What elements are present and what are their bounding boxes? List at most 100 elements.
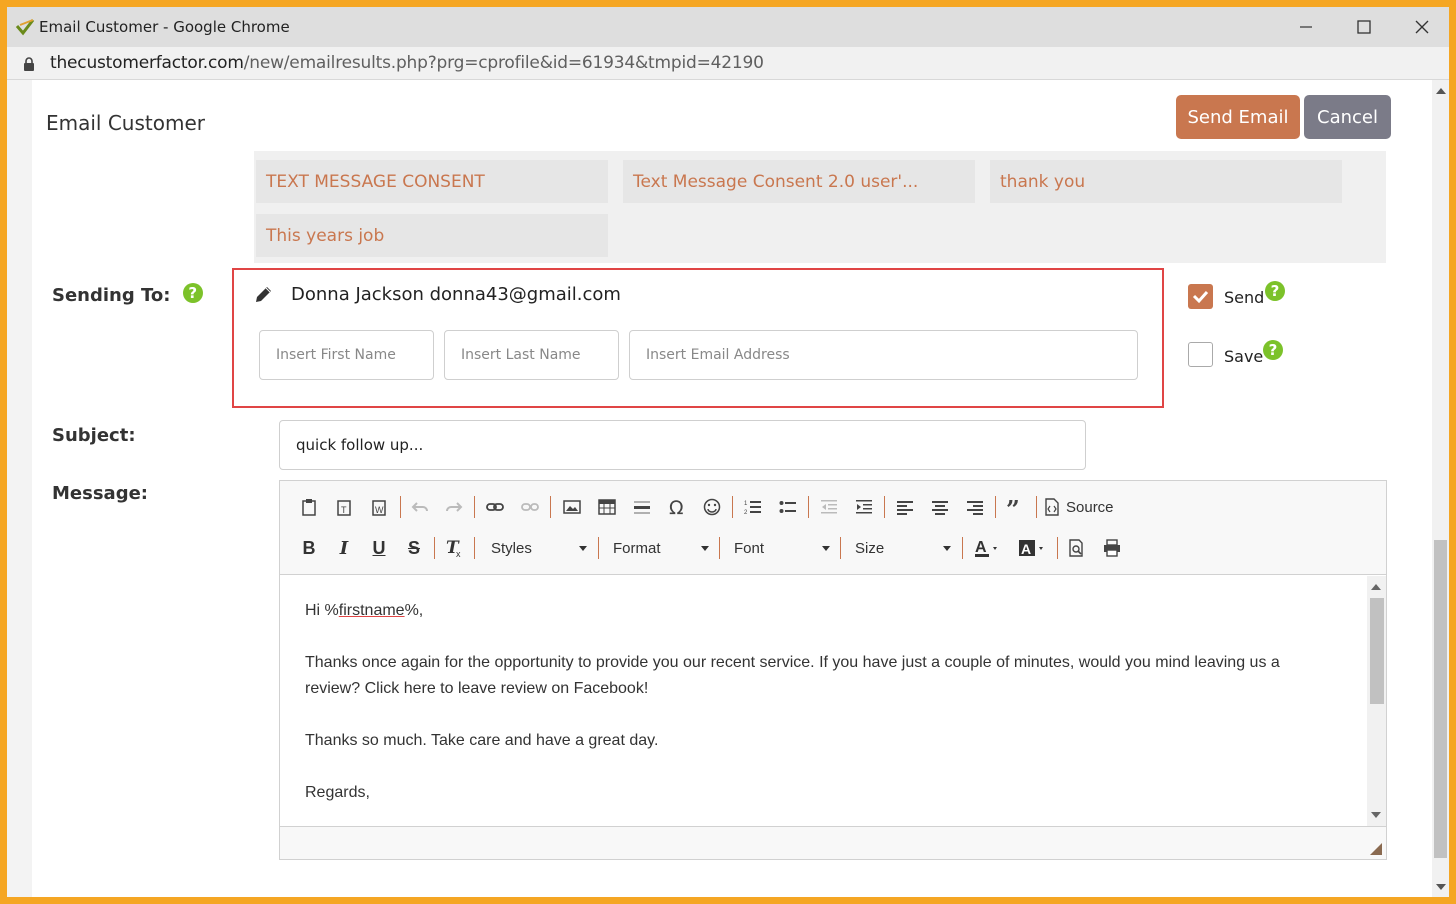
bold-button[interactable]: B: [295, 534, 323, 562]
styles-label: Styles: [491, 539, 532, 557]
page-scrollbar[interactable]: [1432, 80, 1449, 897]
svg-text:x: x: [456, 549, 461, 558]
image-button[interactable]: [558, 493, 586, 521]
outdent-button[interactable]: [815, 493, 843, 521]
recipient-name-email: Donna Jackson donna43@gmail.com: [291, 284, 621, 305]
align-center-button[interactable]: [926, 493, 954, 521]
message-label: Message:: [52, 483, 148, 504]
page-title: Email Customer: [46, 111, 205, 135]
styles-dropdown[interactable]: Styles: [491, 534, 587, 562]
toolbar-separator: [1057, 537, 1058, 559]
unlink-button[interactable]: [516, 493, 544, 521]
smiley-icon: [703, 498, 721, 516]
emoji-button[interactable]: [698, 493, 726, 521]
format-label: Format: [613, 539, 661, 557]
toolbar-separator: [474, 496, 475, 518]
toolbar-separator: [719, 537, 720, 559]
browser-window: Email Customer - Google Chrome thecustom…: [7, 7, 1449, 897]
maximize-icon: [1357, 20, 1371, 34]
source-button[interactable]: Source: [1044, 493, 1124, 521]
scroll-up-icon[interactable]: [1436, 88, 1446, 94]
address-bar[interactable]: thecustomerfactor.com/new/emailresults.p…: [7, 47, 1449, 80]
scroll-down-icon[interactable]: [1371, 812, 1381, 818]
close-window-button[interactable]: [1393, 7, 1449, 47]
align-center-icon: [932, 501, 948, 515]
link-icon: [486, 503, 504, 511]
help-icon[interactable]: ?: [1265, 281, 1285, 301]
indent-button[interactable]: [850, 493, 878, 521]
strikethrough-button[interactable]: S: [400, 534, 428, 562]
minimize-button[interactable]: [1277, 7, 1335, 47]
table-button[interactable]: [593, 493, 621, 521]
svg-text:1: 1: [744, 501, 748, 507]
maximize-button[interactable]: [1335, 7, 1393, 47]
greeting-prefix: Hi %: [305, 602, 339, 619]
url-path: /new/emailresults.php?prg=cprofile&id=61…: [243, 53, 764, 73]
source-label: Source: [1066, 498, 1114, 516]
email-address-input[interactable]: [629, 330, 1138, 380]
template-item[interactable]: This years job: [256, 214, 608, 257]
align-left-button[interactable]: [891, 493, 919, 521]
format-dropdown[interactable]: Format: [613, 534, 709, 562]
paste-button[interactable]: [295, 493, 323, 521]
send-checkbox[interactable]: [1188, 284, 1213, 309]
cancel-button[interactable]: Cancel: [1304, 95, 1391, 139]
svg-text:A: A: [1021, 541, 1031, 557]
align-right-button[interactable]: [961, 493, 989, 521]
last-name-input[interactable]: [444, 330, 619, 380]
unlink-icon: [521, 503, 539, 511]
message-body[interactable]: Hi %firstname%, Thanks once again for th…: [280, 576, 1367, 826]
horizontal-line-icon: [634, 501, 650, 514]
paste-word-button[interactable]: W: [365, 493, 393, 521]
email-customer-modal: Email Customer Send Email Cancel TEXT ME…: [32, 80, 1432, 897]
template-list: TEXT MESSAGE CONSENT Text Message Consen…: [254, 151, 1386, 263]
sending-to-label: Sending To: ?: [52, 283, 203, 306]
resize-handle-icon[interactable]: [1370, 843, 1382, 855]
scroll-up-icon[interactable]: [1371, 584, 1381, 590]
scroll-thumb[interactable]: [1434, 540, 1447, 858]
toolbar-separator: [550, 496, 551, 518]
editor-scrollbar[interactable]: [1367, 576, 1386, 826]
remove-format-button[interactable]: Tx: [440, 534, 468, 562]
align-right-icon: [967, 501, 983, 515]
editor-footer: [280, 826, 1386, 859]
strikethrough-icon: S: [407, 537, 420, 558]
paste-text-button[interactable]: T: [330, 493, 358, 521]
redo-button[interactable]: [440, 493, 468, 521]
subject-input[interactable]: [279, 420, 1086, 470]
italic-button[interactable]: I: [330, 534, 358, 562]
scroll-down-icon[interactable]: [1436, 884, 1446, 890]
help-icon[interactable]: ?: [182, 283, 203, 303]
svg-text:W: W: [375, 505, 384, 515]
template-item[interactable]: Text Message Consent 2.0 user'...: [623, 160, 975, 203]
send-email-button[interactable]: Send Email: [1176, 95, 1300, 139]
template-item[interactable]: thank you: [990, 160, 1342, 203]
template-item[interactable]: TEXT MESSAGE CONSENT: [256, 160, 608, 203]
help-icon[interactable]: ?: [1263, 340, 1283, 360]
link-button[interactable]: [481, 493, 509, 521]
app-logo-icon: [15, 19, 35, 36]
preview-button[interactable]: [1063, 534, 1091, 562]
toolbar-separator: [732, 496, 733, 518]
horizontal-line-button[interactable]: [628, 493, 656, 521]
numbered-list-button[interactable]: 12: [739, 493, 767, 521]
bullet-list-button[interactable]: [774, 493, 802, 521]
message-editor: T W Ω 12 ” Source B I U S T x Styles For…: [279, 480, 1387, 860]
background-color-button[interactable]: A: [1016, 534, 1050, 562]
print-button[interactable]: [1098, 534, 1126, 562]
font-dropdown[interactable]: Font: [734, 534, 830, 562]
text-color-icon: A: [975, 539, 997, 557]
pencil-edit-icon[interactable]: [254, 284, 274, 304]
save-checkbox[interactable]: [1188, 342, 1213, 367]
special-char-button[interactable]: Ω: [663, 493, 691, 521]
underline-button[interactable]: U: [365, 534, 393, 562]
toolbar-separator: [995, 496, 996, 518]
close-icon: [1415, 20, 1429, 34]
first-name-input[interactable]: [259, 330, 434, 380]
undo-button[interactable]: [406, 493, 434, 521]
scroll-thumb[interactable]: [1370, 598, 1384, 704]
firstname-token: firstname: [338, 602, 405, 619]
size-dropdown[interactable]: Size: [855, 534, 951, 562]
blockquote-button[interactable]: ”: [1002, 493, 1030, 521]
text-color-button[interactable]: A: [972, 534, 1006, 562]
